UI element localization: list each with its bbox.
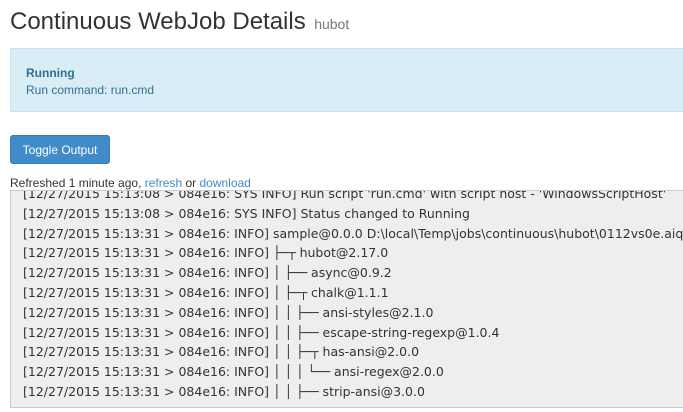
- page-title: Continuous WebJob Details: [10, 8, 306, 35]
- download-link[interactable]: download: [199, 176, 250, 190]
- run-command-label: Run command: run.cmd: [26, 83, 155, 97]
- log-line: [12/27/2015 15:13:08 > 084e16: SYS INFO]…: [23, 190, 667, 201]
- job-name-subtitle: hubot: [314, 16, 350, 32]
- toggle-output-button[interactable]: Toggle Output: [10, 135, 110, 164]
- status-panel: Running Run command: run.cmd: [10, 48, 683, 112]
- log-line: [12/27/2015 15:13:31 > 084e16: INFO] │ │…: [23, 304, 434, 320]
- log-lines: [12/27/2015 15:13:08 > 084e16: SYS INFO]…: [23, 190, 683, 402]
- log-line: [12/27/2015 15:13:31 > 084e16: INFO] │ │…: [23, 383, 425, 399]
- refreshed-text: Refreshed 1 minute ago,: [10, 176, 142, 190]
- or-text: or: [185, 176, 197, 190]
- log-line: [12/27/2015 15:13:31 > 084e16: INFO] sam…: [23, 225, 683, 241]
- refresh-link[interactable]: refresh: [145, 176, 182, 190]
- log-line: [12/27/2015 15:13:31 > 084e16: INFO] │ │…: [23, 364, 444, 380]
- output-log[interactable]: [12/27/2015 15:13:08 > 084e16: SYS INFO]…: [10, 190, 683, 408]
- log-line: [12/27/2015 15:13:31 > 084e16: INFO] │ │…: [23, 324, 500, 340]
- webjob-details-page: Continuous WebJob Details hubot Running …: [0, 0, 683, 412]
- log-line: [12/27/2015 15:13:31 > 084e16: INFO] ├─┬…: [23, 245, 389, 261]
- refresh-status: Refreshed 1 minute ago, refresh or downl…: [10, 176, 251, 190]
- log-line: [12/27/2015 15:13:31 > 084e16: INFO] │ ├…: [23, 284, 389, 300]
- page-header: Continuous WebJob Details hubot: [10, 8, 349, 36]
- log-line: [12/27/2015 15:13:31 > 084e16: INFO] │ ├…: [23, 265, 392, 281]
- log-line: [12/27/2015 15:13:08 > 084e16: SYS INFO]…: [23, 205, 470, 221]
- log-line: [12/27/2015 15:13:31 > 084e16: INFO] │ │…: [23, 344, 420, 360]
- status-label: Running: [26, 66, 75, 80]
